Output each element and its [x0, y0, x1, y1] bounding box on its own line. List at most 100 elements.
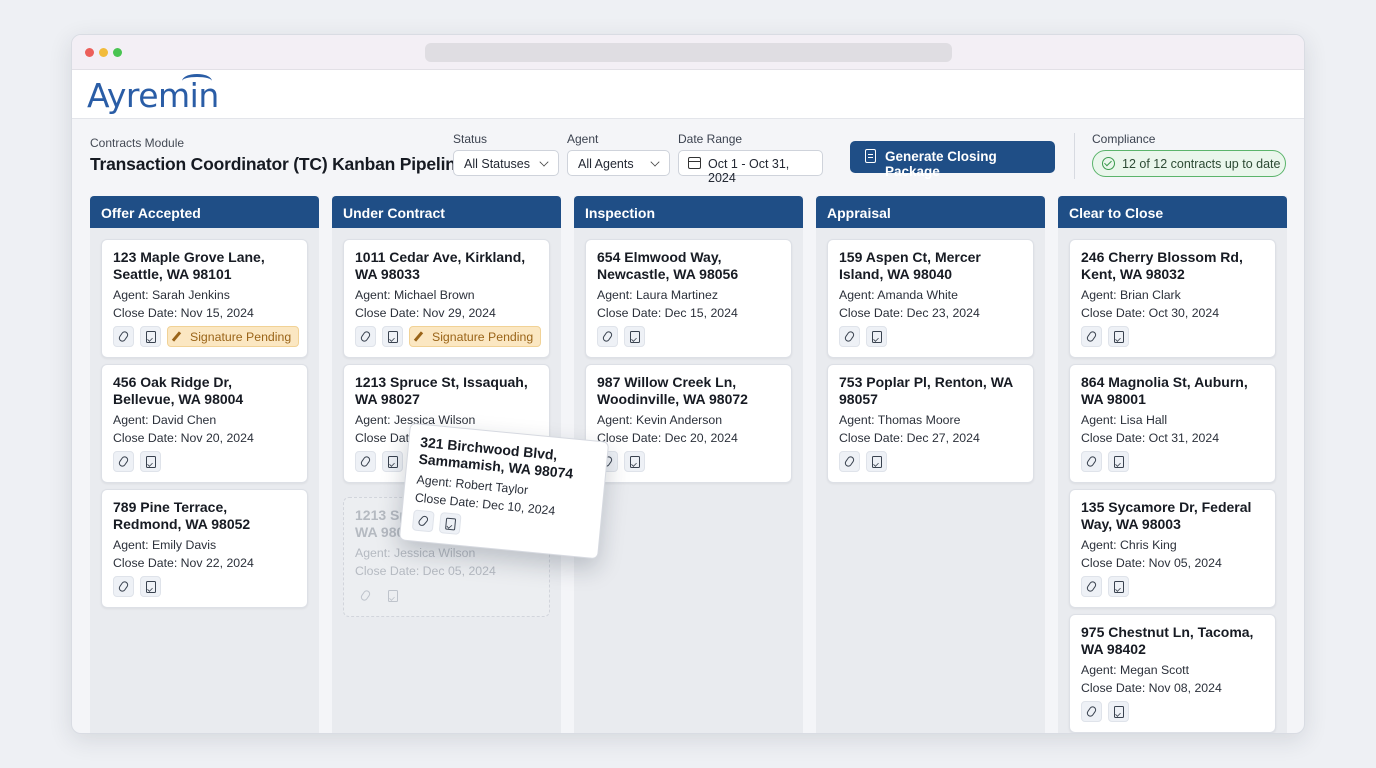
- card-close-date: Close Date: Nov 22, 2024: [113, 556, 254, 570]
- document-check-icon[interactable]: [866, 326, 887, 347]
- paperclip-icon[interactable]: [355, 326, 376, 347]
- minimize-window-button[interactable]: [99, 48, 108, 57]
- card-address: 456 Oak Ridge Dr, Bellevue, WA 98004: [113, 374, 244, 407]
- close-window-button[interactable]: [85, 48, 94, 57]
- card-agent: Agent: Michael Brown: [355, 288, 475, 302]
- document-check-icon[interactable]: [1108, 451, 1129, 472]
- date-range-label: Date Range: [678, 132, 743, 146]
- contract-card[interactable]: 864 Magnolia St, Auburn, WA 98001 Agent:…: [1069, 364, 1276, 483]
- signature-pending-badge[interactable]: Signature Pending: [409, 326, 542, 347]
- generate-button-label: Generate Closing Package: [885, 149, 997, 179]
- address-bar[interactable]: [425, 43, 952, 62]
- card-address: 135 Sycamore Dr, Federal Way, WA 98003: [1081, 499, 1252, 532]
- card-address: 654 Elmwood Way, Newcastle, WA 98056: [597, 249, 739, 282]
- document-check-icon[interactable]: [1108, 701, 1129, 722]
- pen-icon: [171, 331, 182, 342]
- card-address: 753 Poplar Pl, Renton, WA 98057: [839, 374, 1013, 407]
- contract-card[interactable]: 975 Chestnut Ln, Tacoma, WA 98402 Agent:…: [1069, 614, 1276, 733]
- paperclip-icon[interactable]: [1081, 576, 1102, 597]
- signature-pending-badge[interactable]: Signature Pending: [167, 326, 300, 347]
- contract-card[interactable]: 123 Maple Grove Lane, Seattle, WA 98101 …: [101, 239, 308, 358]
- maximize-window-button[interactable]: [113, 48, 122, 57]
- document-check-icon[interactable]: [140, 326, 161, 347]
- module-label: Contracts Module: [90, 136, 185, 150]
- app-header: Ayremin: [72, 70, 1304, 119]
- contract-card[interactable]: 789 Pine Terrace, Redmond, WA 98052 Agen…: [101, 489, 308, 608]
- contract-card[interactable]: 135 Sycamore Dr, Federal Way, WA 98003 A…: [1069, 489, 1276, 608]
- paperclip-icon[interactable]: [113, 326, 134, 347]
- paperclip-icon[interactable]: [597, 326, 618, 347]
- status-filter-value: All Statuses: [464, 157, 531, 171]
- contract-card[interactable]: 1011 Cedar Ave, Kirkland, WA 98033 Agent…: [343, 239, 550, 358]
- status-filter-select[interactable]: All Statuses: [453, 150, 559, 176]
- status-filter-label: Status: [453, 132, 488, 146]
- card-close-date: Close Date: Nov 08, 2024: [1081, 681, 1222, 695]
- paperclip-icon[interactable]: [839, 326, 860, 347]
- paperclip-icon[interactable]: [411, 509, 435, 533]
- chevron-down-icon: [539, 157, 549, 167]
- pen-icon: [413, 331, 424, 342]
- column-header: Offer Accepted: [90, 196, 319, 228]
- contract-card[interactable]: 987 Willow Creek Ln, Woodinville, WA 980…: [585, 364, 792, 483]
- card-close-date: Close Date: Dec 23, 2024: [839, 306, 980, 320]
- document-check-icon[interactable]: [624, 326, 645, 347]
- browser-titlebar: [72, 35, 1304, 70]
- divider: [1074, 133, 1075, 179]
- document-check-icon[interactable]: [1108, 326, 1129, 347]
- contract-card[interactable]: 753 Poplar Pl, Renton, WA 98057 Agent: T…: [827, 364, 1034, 483]
- compliance-status-badge: 12 of 12 contracts up to date: [1092, 150, 1286, 177]
- paperclip-icon[interactable]: [1081, 451, 1102, 472]
- card-address: 246 Cherry Blossom Rd, Kent, WA 98032: [1081, 249, 1243, 282]
- card-agent: Agent: Sarah Jenkins: [113, 288, 230, 302]
- kanban-board: Offer Accepted 123 Maple Grove Lane, Sea…: [90, 196, 1287, 733]
- document-check-icon[interactable]: [624, 451, 645, 472]
- document-check-icon[interactable]: [382, 326, 403, 347]
- agent-filter-value: All Agents: [578, 157, 634, 171]
- card-close-date: Close Date: Nov 20, 2024: [113, 431, 254, 445]
- dragging-contract-card[interactable]: 321 Birchwood Blvd, Sammamish, WA 98074 …: [398, 422, 610, 560]
- card-close-date: Close Date: Dec 20, 2024: [597, 431, 738, 445]
- logo-arc-icon: [182, 74, 212, 88]
- card-address: 1011 Cedar Ave, Kirkland, WA 98033: [355, 249, 526, 282]
- card-close-date: Close Date: Dec 27, 2024: [839, 431, 980, 445]
- card-agent: Agent: Chris King: [1081, 538, 1177, 552]
- card-address: 987 Willow Creek Ln, Woodinville, WA 980…: [597, 374, 748, 407]
- paperclip-icon: [355, 585, 376, 606]
- agent-filter-label: Agent: [567, 132, 599, 146]
- paperclip-icon[interactable]: [355, 451, 376, 472]
- document-check-icon[interactable]: [140, 451, 161, 472]
- document-check-icon[interactable]: [1108, 576, 1129, 597]
- agent-filter-select[interactable]: All Agents: [567, 150, 670, 176]
- card-address: 123 Maple Grove Lane, Seattle, WA 98101: [113, 249, 265, 282]
- calendar-icon: [688, 157, 701, 169]
- document-check-icon[interactable]: [438, 512, 462, 535]
- contract-card[interactable]: 654 Elmwood Way, Newcastle, WA 98056 Age…: [585, 239, 792, 358]
- paperclip-icon[interactable]: [839, 451, 860, 472]
- card-close-date: Close Date: Nov 29, 2024: [355, 306, 496, 320]
- card-agent: Agent: Lisa Hall: [1081, 413, 1168, 427]
- compliance-label: Compliance: [1092, 132, 1156, 146]
- contract-card[interactable]: 246 Cherry Blossom Rd, Kent, WA 98032 Ag…: [1069, 239, 1276, 358]
- generate-closing-package-button[interactable]: Generate Closing Package: [850, 141, 1055, 179]
- contract-card[interactable]: 159 Aspen Ct, Mercer Island, WA 98040 Ag…: [827, 239, 1034, 358]
- paperclip-icon[interactable]: [113, 576, 134, 597]
- paperclip-icon[interactable]: [113, 451, 134, 472]
- placeholder-close-date: Close Date: Dec 05, 2024: [355, 564, 496, 578]
- card-close-date: Close Date: Nov 15, 2024: [113, 306, 254, 320]
- card-close-date: Close Date: Oct 31, 2024: [1081, 431, 1220, 445]
- document-check-icon[interactable]: [866, 451, 887, 472]
- card-address: 975 Chestnut Ln, Tacoma, WA 98402: [1081, 624, 1254, 657]
- card-address: 159 Aspen Ct, Mercer Island, WA 98040: [839, 249, 981, 282]
- document-check-icon[interactable]: [140, 576, 161, 597]
- column-header: Clear to Close: [1058, 196, 1287, 228]
- document-check-icon[interactable]: [382, 451, 403, 472]
- badge-label: Signature Pending: [432, 330, 534, 344]
- paperclip-icon[interactable]: [1081, 326, 1102, 347]
- column-header: Under Contract: [332, 196, 561, 228]
- date-range-picker[interactable]: Oct 1 - Oct 31, 2024: [678, 150, 823, 185]
- card-agent: Agent: Amanda White: [839, 288, 958, 302]
- check-circle-icon: [1102, 157, 1115, 170]
- badge-label: Signature Pending: [190, 330, 292, 344]
- contract-card[interactable]: 456 Oak Ridge Dr, Bellevue, WA 98004 Age…: [101, 364, 308, 483]
- paperclip-icon[interactable]: [1081, 701, 1102, 722]
